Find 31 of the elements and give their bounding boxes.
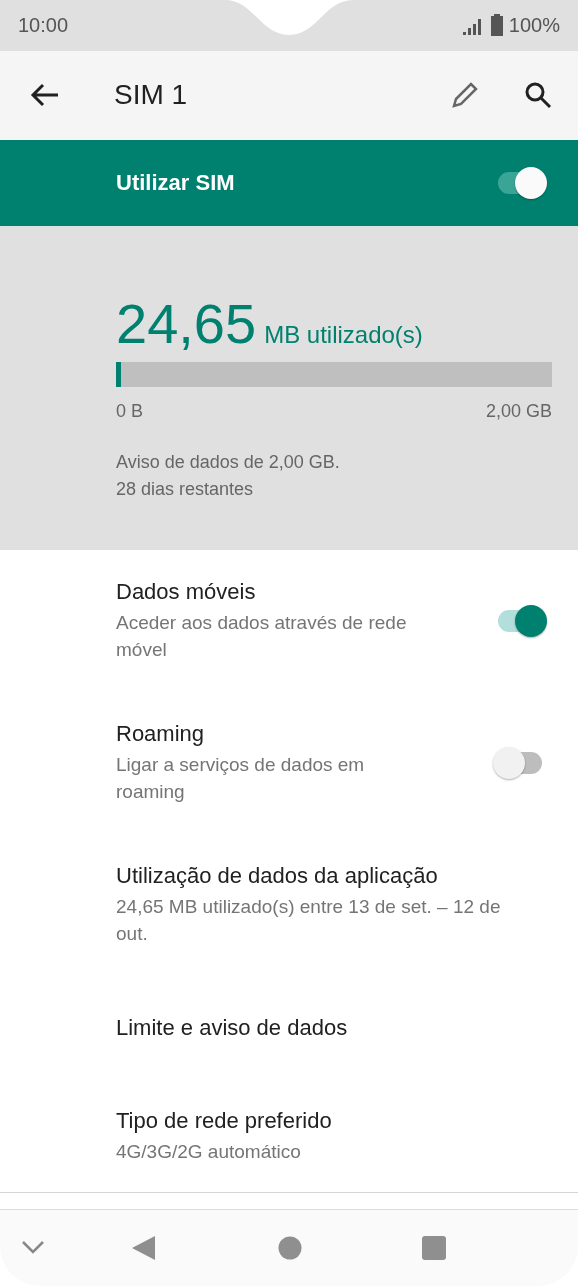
use-sim-label: Utilizar SIM — [116, 169, 236, 196]
settings-item[interactable]: Limite e aviso de dados — [0, 976, 578, 1080]
setting-summary: Aceder aos dados através de rede móvel — [116, 611, 408, 662]
bar-min-label: 0 B — [116, 401, 144, 423]
search-icon[interactable] — [524, 81, 552, 110]
settings-item[interactable]: Utilização de dados da aplicação 24,65 MB utilizado(s) entre 13 de set. – 12 de out. — [0, 834, 578, 976]
settings-item[interactable]: Dados móveis Aceder aos dados através de rede móvel — [0, 550, 578, 692]
settings-item[interactable]: Tipo de rede preferido 4G/3G/2G automático — [0, 1080, 578, 1192]
collapse-icon[interactable] — [22, 1241, 44, 1255]
setting-summary: 24,65 MB utilizado(s) entre 13 de set. – 12 de out. — [116, 895, 502, 946]
status-time: 10:00 — [18, 13, 69, 37]
setting-title: Limite e aviso de dados — [116, 1015, 349, 1041]
usage-amount: 24,65 — [116, 296, 257, 353]
setting-title: Utilização de dados da aplicação — [116, 863, 439, 889]
setting-title: Dados móveis — [116, 579, 257, 605]
setting-summary: 4G/3G/2G automático — [116, 1139, 302, 1164]
battery-icon — [490, 14, 503, 37]
setting-summary: Ligar a serviços de dados em roaming — [116, 753, 366, 804]
home-nav-button[interactable] — [278, 1236, 302, 1260]
setting-title: Roaming — [116, 721, 206, 747]
battery-percent: 100% — [508, 13, 560, 37]
toolbar-title: SIM 1 — [114, 79, 189, 112]
usage-note: Aviso de dados de 2,00 GB. — [116, 452, 341, 474]
back-button[interactable] — [30, 82, 60, 109]
pencil-icon[interactable] — [450, 80, 480, 111]
settings-item[interactable]: Roaming Ligar a serviços de dados em roaming — [0, 692, 578, 834]
usage-note: 28 dias restantes — [116, 479, 255, 501]
back-nav-button[interactable] — [131, 1235, 157, 1261]
usage-unit: MB utilizado(s) — [264, 321, 423, 350]
bar-max-label: 2,00 GB — [485, 401, 552, 423]
setting-title: Tipo de rede preferido — [116, 1107, 333, 1134]
